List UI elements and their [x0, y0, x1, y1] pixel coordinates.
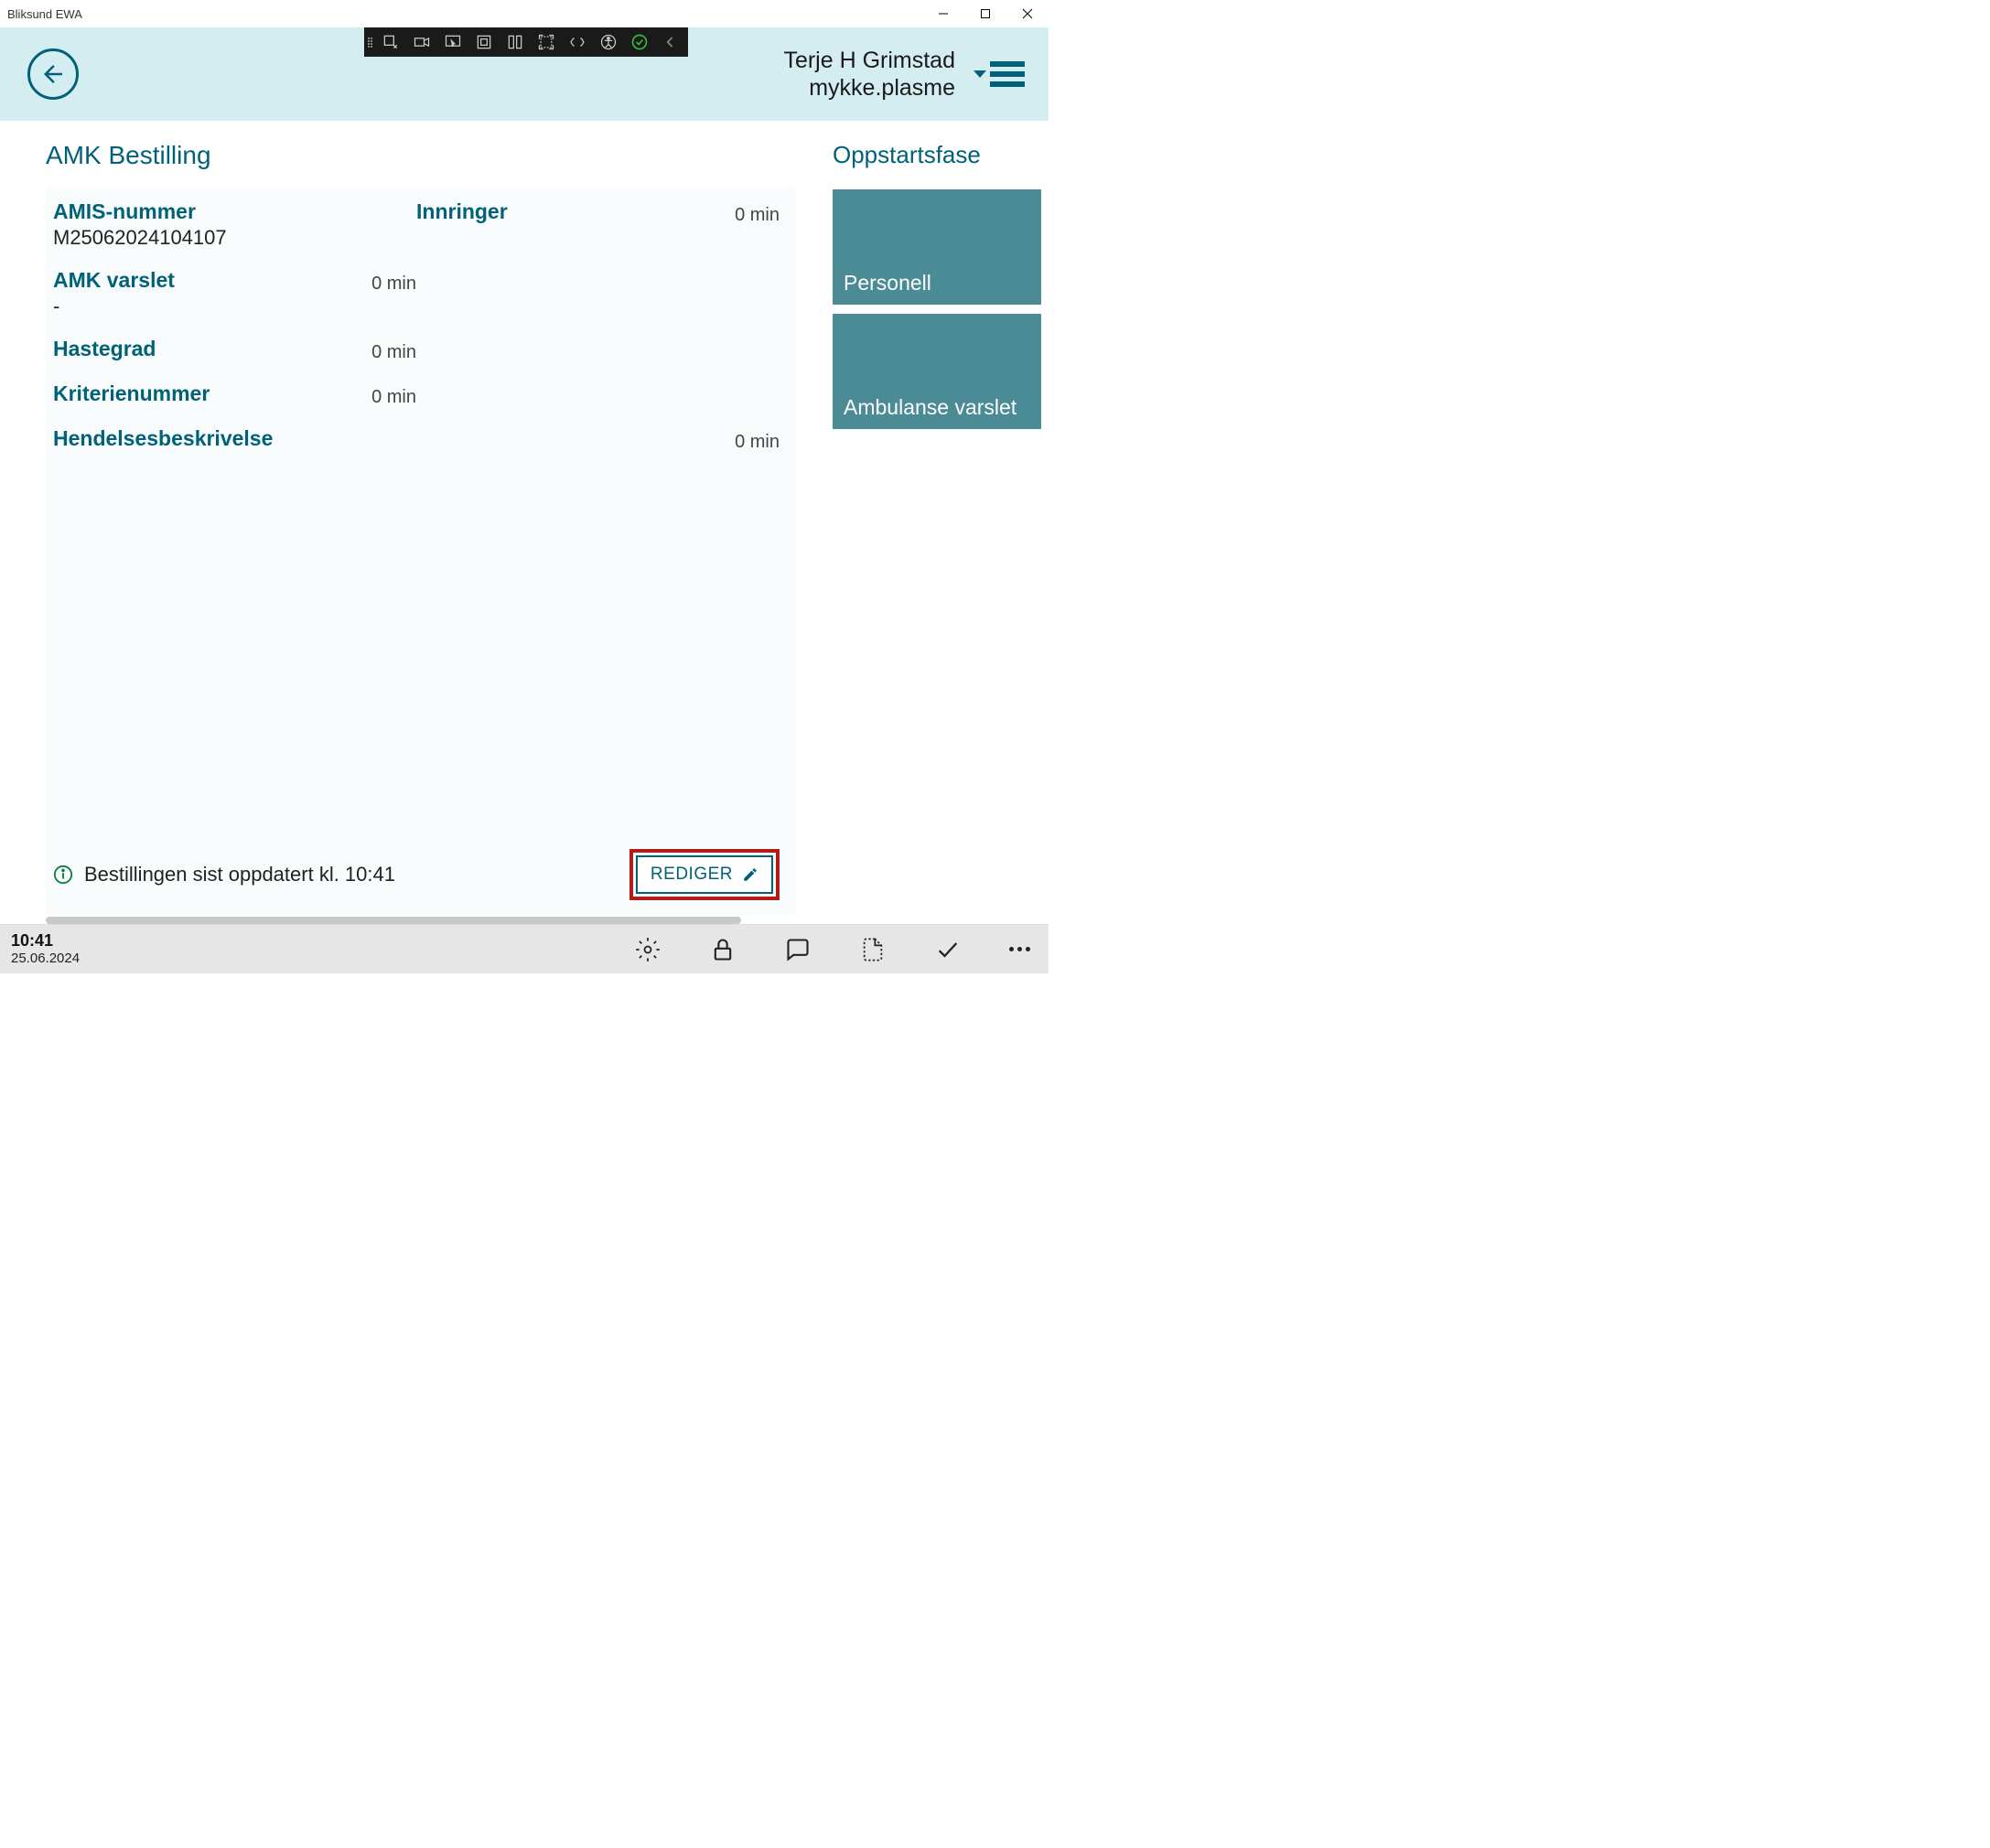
last-updated-text: Bestillingen sist oppdatert kl. 10:41 [84, 863, 619, 886]
amk-varslet-label: AMK varslet [53, 268, 343, 293]
camera-icon[interactable] [407, 29, 436, 55]
amis-label: AMIS-nummer [53, 199, 416, 224]
phase-title: Oppstartsfase [833, 141, 1041, 169]
edit-button-label: REDIGER [651, 865, 733, 885]
more-button[interactable] [1009, 947, 1030, 951]
window-title: Bliksund EWA [7, 7, 82, 21]
tile-personell[interactable]: Personell [833, 189, 1041, 305]
innringer-time: 0 min [706, 199, 780, 226]
kriterienummer-label: Kriterienummer [53, 381, 343, 406]
tile-ambulanse-varslet[interactable]: Ambulanse varslet [833, 314, 1041, 429]
window-controls [922, 0, 1049, 27]
horizontal-scrollbar[interactable] [46, 917, 796, 924]
menu-button[interactable] [973, 61, 1025, 87]
check-icon [935, 937, 961, 962]
kriterienummer-time: 0 min [343, 381, 416, 408]
innringer-label: Innringer [416, 199, 706, 224]
amis-value: M25062024104107 [53, 226, 416, 250]
clock-time: 10:41 [11, 931, 80, 951]
hendelsesbeskrivelse-label: Hendelsesbeskrivelse [53, 426, 706, 451]
document-button[interactable] [859, 936, 887, 963]
gear-icon [635, 937, 661, 962]
tile-label: Personell [844, 271, 931, 295]
minimize-button[interactable] [922, 0, 964, 27]
status-bar: 10:41 25.06.2024 [0, 924, 1049, 973]
lock-icon [710, 937, 736, 962]
clock-date: 25.06.2024 [11, 951, 80, 967]
user-name: Terje H Grimstad [783, 47, 955, 74]
cursor-screen-icon[interactable] [438, 29, 468, 55]
accessibility-icon[interactable] [594, 29, 623, 55]
tile-label: Ambulanse varslet [844, 395, 1017, 420]
caret-down-icon [973, 70, 986, 78]
user-org: mykke.plasme [783, 74, 955, 102]
info-icon [53, 865, 73, 885]
edit-button[interactable]: REDIGER [636, 855, 773, 894]
hamburger-icon [990, 61, 1025, 87]
pencil-icon [742, 866, 758, 883]
maximize-button[interactable] [964, 0, 1006, 27]
settings-button[interactable] [634, 936, 662, 963]
card-footer: Bestillingen sist oppdatert kl. 10:41 RE… [53, 842, 780, 908]
clock: 10:41 25.06.2024 [11, 931, 80, 968]
amk-varslet-time: 0 min [343, 268, 416, 295]
chevron-left-icon[interactable] [656, 29, 685, 55]
app-header: Terje H Grimstad mykke.plasme [0, 27, 1049, 121]
brackets-icon[interactable] [563, 29, 592, 55]
drag-handle-icon[interactable] [366, 36, 375, 49]
thermometer-icon[interactable] [500, 29, 530, 55]
lock-button[interactable] [709, 936, 737, 963]
accessibility-toolbar [364, 27, 688, 57]
close-button[interactable] [1006, 0, 1049, 27]
back-button[interactable] [27, 48, 79, 100]
chat-button[interactable] [784, 936, 812, 963]
edit-button-highlight: REDIGER [629, 849, 780, 900]
amk-varslet-value: - [53, 295, 343, 318]
order-card: AMIS-nummer M25062024104107 Innringer 0 … [46, 187, 796, 915]
titlebar: Bliksund EWA [0, 0, 1049, 27]
fullscreen-icon[interactable] [532, 29, 561, 55]
chat-icon [785, 937, 811, 962]
window-icon[interactable] [469, 29, 499, 55]
hendelsesbeskrivelse-time: 0 min [706, 426, 780, 453]
check-button[interactable] [934, 936, 962, 963]
main-content: AMK Bestilling AMIS-nummer M250620241041… [0, 121, 1049, 924]
check-circle-icon[interactable] [625, 29, 654, 55]
hastegrad-time: 0 min [343, 337, 416, 363]
page-title: AMK Bestilling [46, 141, 796, 170]
target-icon[interactable] [376, 29, 405, 55]
hastegrad-label: Hastegrad [53, 337, 343, 361]
user-info: Terje H Grimstad mykke.plasme [783, 47, 955, 102]
document-icon [860, 937, 886, 962]
